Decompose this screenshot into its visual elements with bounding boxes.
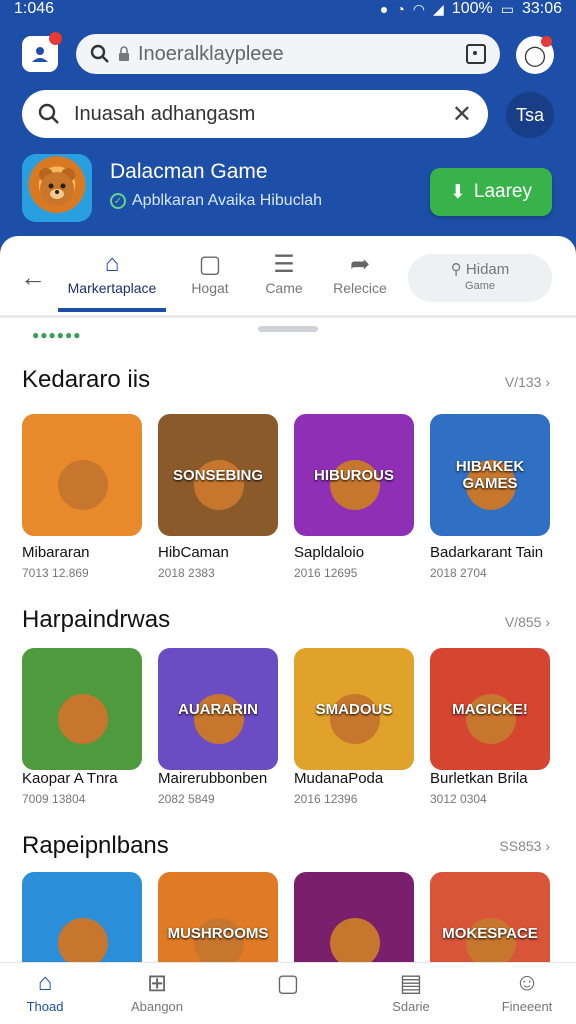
find-game-button[interactable]: ⚲ Hidam Game (408, 254, 552, 302)
game-tile[interactable]: MAGICKE! (430, 648, 550, 770)
nav-home[interactable]: ⌂ Thoad (0, 969, 90, 1014)
app-icon (22, 154, 92, 222)
tab-relecice[interactable]: ➦ Relecice (310, 250, 410, 296)
game-meta: 7009 13804 (22, 792, 86, 806)
battery-icon: ▭ (500, 0, 514, 17)
square-icon: ▢ (276, 970, 300, 997)
battery-level: 100% (451, 0, 493, 17)
share-icon: ➦ (349, 251, 371, 278)
nav-abangon[interactable]: ⊞ Abangon (112, 969, 202, 1014)
game-name: Burletkan Brila (430, 770, 528, 787)
search-icon (90, 44, 109, 63)
game-meta: 2016 12695 (294, 566, 358, 580)
account-avatar[interactable]: Tsa (506, 92, 554, 138)
profile-badge-button[interactable] (22, 32, 62, 72)
content-card: ← ⌂ Markertaplace ▢ Hogat ☰ Came ➦ Relec… (0, 236, 576, 1024)
game-meta: 2016 12396 (294, 792, 358, 806)
game-tile[interactable]: SMADOUS (294, 648, 414, 770)
wifi-icon: ◠ (412, 0, 426, 17)
bear-icon (39, 168, 75, 206)
game-name: Mairerubbonben (158, 770, 268, 787)
search-field[interactable]: Inuasah adhangasm ✕ (22, 90, 488, 138)
game-tile[interactable]: SONSEBING (158, 414, 278, 536)
game-tile[interactable]: HIBUROUS (294, 414, 414, 536)
game-meta: 2018 2704 (430, 566, 487, 580)
active-tab-indicator (58, 308, 166, 312)
section-title: Rapeipnlbans (22, 832, 169, 859)
tabs-icon[interactable] (466, 44, 486, 64)
status-bar: 1:046 ● ◔ ◠ ◢ 100% ▭ 33:06 (0, 0, 576, 22)
bottom-navigation: ⌂ Thoad ⊞ Abangon ▢ ▤ Sdarie ☺ Fineeent (0, 962, 576, 1024)
section-more-link[interactable]: V/855 › (505, 614, 550, 630)
clear-icon[interactable]: ✕ (452, 100, 472, 129)
game-name: Mibararan (22, 544, 90, 561)
nav-center[interactable]: ▢ (243, 969, 333, 999)
status-clock: 33:06 (521, 0, 562, 17)
game-meta: 7013 12.869 (22, 566, 89, 580)
notification-dot (49, 32, 62, 45)
game-name: Kaopar A Tnra (22, 770, 118, 787)
alarm-icon: ◔ (396, 1, 405, 17)
status-time: 1:046 (14, 0, 55, 17)
address-bar[interactable]: Inoeralklaypleee (76, 34, 500, 74)
app-subtitle: ✓ Apblkaran Avaika Hibuclah (110, 192, 322, 210)
nav-profile[interactable]: ☺ Fineeent (482, 969, 572, 1014)
game-tile[interactable] (22, 414, 142, 536)
lock-icon (119, 46, 129, 61)
game-tile[interactable] (22, 648, 142, 770)
location-icon: ● (379, 1, 389, 17)
game-meta: 2018 2383 (158, 566, 215, 580)
document-icon: ▤ (399, 970, 423, 997)
game-meta: 3012 0304 (430, 792, 487, 806)
controller-icon: ⊞ (146, 970, 168, 997)
section-more-link[interactable]: SS853 › (499, 838, 550, 854)
nav-sdarie[interactable]: ▤ Sdarie (366, 969, 456, 1014)
address-text: Inoeralklaypleee (138, 42, 284, 65)
download-icon: ⬇ (449, 181, 466, 203)
home-icon: ⌂ (37, 969, 53, 996)
drag-handle[interactable] (258, 326, 318, 332)
game-tile[interactable]: AUARARIN (158, 648, 278, 770)
app-title: Dalacman Game (110, 160, 268, 183)
game-name: Sapldaloio (294, 544, 365, 561)
verified-icon: ✓ (110, 193, 126, 209)
user-icon (32, 47, 48, 62)
message-dot (541, 36, 552, 47)
game-name: Badarkarant Tain (430, 544, 544, 561)
game-meta: 2082 5849 (158, 792, 215, 806)
messages-button[interactable]: ◯ (516, 36, 554, 74)
search-icon (38, 103, 59, 124)
install-button[interactable]: ⬇ Laarey (430, 168, 552, 216)
search-input[interactable]: Inuasah adhangasm (74, 103, 438, 126)
loading-dots: ●●●●●● (32, 328, 82, 342)
game-tile[interactable]: HIBAKEK GAMES (430, 414, 550, 536)
tab-marketplace[interactable]: ⌂ Markertaplace (62, 250, 162, 296)
signal-icon: ◢ (433, 0, 444, 17)
tab-bar: ← ⌂ Markertaplace ▢ Hogat ☰ Came ➦ Relec… (0, 236, 576, 318)
section-title: Kedararo iis (22, 366, 151, 393)
home-icon: ⌂ (104, 250, 120, 277)
game-name: HibCaman (158, 544, 229, 561)
profile-icon: ☺ (514, 969, 540, 996)
section-title: Harpaindrwas (22, 606, 171, 633)
back-arrow-icon[interactable]: ← (20, 262, 46, 293)
search-icon: ⚲ (450, 261, 462, 278)
section-more-link[interactable]: V/133 › (505, 374, 550, 390)
game-name: MudanaPoda (294, 770, 384, 787)
